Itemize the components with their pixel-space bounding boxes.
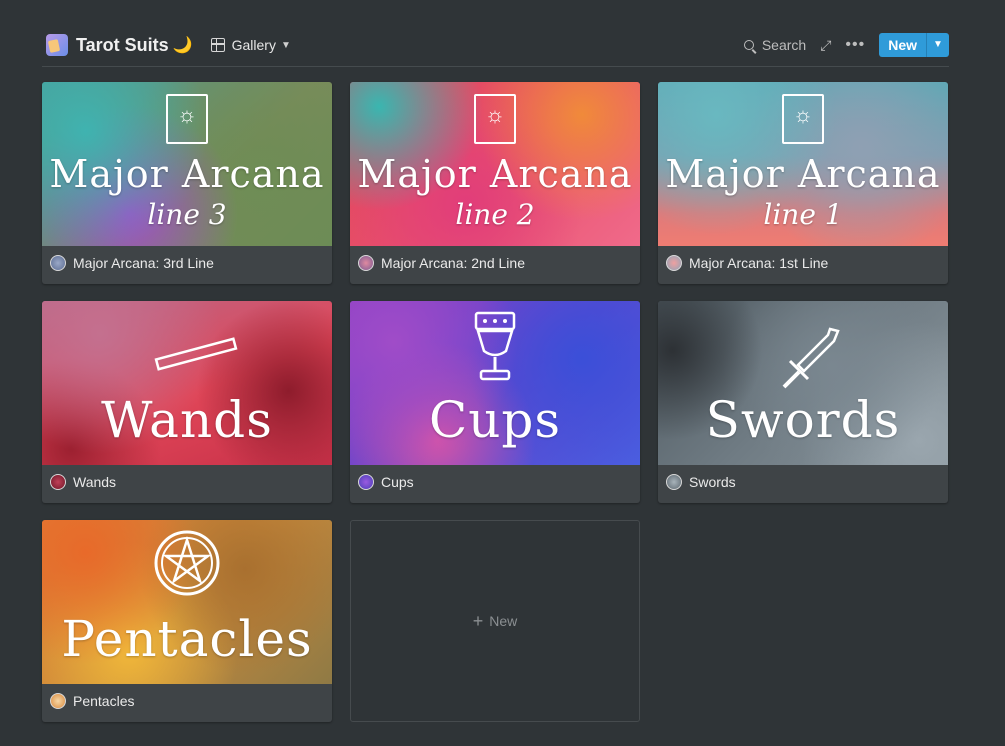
- arcana-page-icon: [666, 255, 682, 271]
- card-label: Major Arcana: 3rd Line: [50, 255, 214, 271]
- card-title: Wands: [73, 474, 117, 490]
- gallery-card-major-arcana-1[interactable]: Major Arcana line 1 Major Arcana: 1st Li…: [658, 82, 948, 284]
- card-label: Major Arcana: 2nd Line: [358, 255, 525, 271]
- moon-emoji-icon: 🌙: [172, 37, 193, 54]
- cover-subtitle: line 2: [455, 198, 535, 231]
- card-cover: Major Arcana line 1: [658, 82, 948, 246]
- chevron-down-icon: ▼: [280, 39, 291, 51]
- title-area: Tarot Suits 🌙 Gallery ▼: [46, 32, 291, 58]
- cover-title: Major Arcana: [357, 152, 633, 196]
- page-title[interactable]: Tarot Suits: [76, 35, 169, 56]
- search-button[interactable]: Search: [743, 37, 807, 53]
- cover-title: Major Arcana: [49, 152, 325, 196]
- card-title: Major Arcana: 3rd Line: [73, 255, 214, 271]
- card-cover: Major Arcana line 2: [350, 82, 640, 246]
- arcana-card-icon: [166, 94, 208, 144]
- card-label: Pentacles: [50, 693, 134, 709]
- expand-icon[interactable]: ⤢: [820, 37, 831, 54]
- cover-subtitle: line 3: [147, 198, 227, 231]
- card-cover: Wands: [42, 301, 332, 465]
- gallery-card-major-arcana-3[interactable]: Major Arcana line 3 Major Arcana: 3rd Li…: [42, 82, 332, 284]
- card-title: Pentacles: [73, 693, 135, 709]
- card-label: Swords: [666, 474, 736, 490]
- header-tools: Search ⤢ ••• New ▼: [743, 33, 949, 57]
- arcana-card-icon: [782, 94, 824, 144]
- arcana-page-icon: [50, 255, 66, 271]
- search-label: Search: [761, 37, 807, 53]
- gallery-grid-icon: [210, 38, 225, 52]
- view-switcher-label: Gallery: [231, 37, 276, 53]
- more-horizontal-icon[interactable]: •••: [845, 36, 865, 54]
- new-dropdown-chevron-icon[interactable]: ▼: [926, 33, 949, 57]
- cover-title: Pentacles: [61, 610, 313, 668]
- cover-title: Swords: [705, 391, 901, 449]
- sword-page-icon: [666, 474, 682, 490]
- new-button[interactable]: New: [879, 33, 926, 57]
- dagger-icon: [782, 327, 840, 389]
- card-label: Cups: [358, 474, 414, 490]
- plus-icon: +: [472, 610, 484, 631]
- gallery-card-swords[interactable]: Swords Swords: [658, 301, 948, 503]
- new-card-label: New: [489, 613, 518, 629]
- gallery-card-pentacles[interactable]: Pentacles Pentacles: [42, 520, 332, 722]
- tarot-cards-icon[interactable]: [46, 34, 68, 56]
- database-header: Tarot Suits 🌙 Gallery ▼ Search ⤢ ••• New…: [42, 28, 949, 67]
- pentacle-page-icon: [50, 693, 66, 709]
- card-cover: Major Arcana line 3: [42, 82, 332, 246]
- chalice-icon: [474, 311, 516, 381]
- card-label: Wands: [50, 474, 116, 490]
- new-button-group: New ▼: [879, 33, 949, 57]
- card-title: Swords: [689, 474, 736, 490]
- arcana-card-icon: [474, 94, 516, 144]
- wand-icon: [154, 337, 238, 371]
- gallery-card-major-arcana-2[interactable]: Major Arcana line 2 Major Arcana: 2nd Li…: [350, 82, 640, 284]
- arcana-page-icon: [358, 255, 374, 271]
- cover-title: Major Arcana: [665, 152, 941, 196]
- cup-page-icon: [358, 474, 374, 490]
- card-title: Major Arcana: 1st Line: [689, 255, 829, 271]
- view-switcher[interactable]: Gallery ▼: [210, 37, 291, 53]
- gallery-card-wands[interactable]: Wands Wands: [42, 301, 332, 503]
- card-title: Cups: [381, 474, 414, 490]
- pentacle-icon: [154, 530, 220, 596]
- cover-title: Wands: [101, 391, 273, 449]
- search-icon: [743, 40, 754, 50]
- wand-page-icon: [50, 474, 66, 490]
- card-cover: Swords: [658, 301, 948, 465]
- card-title: Major Arcana: 2nd Line: [381, 255, 525, 271]
- cover-title: Cups: [428, 391, 562, 449]
- cover-subtitle: line 1: [763, 198, 843, 231]
- card-cover: Pentacles: [42, 520, 332, 684]
- card-label: Major Arcana: 1st Line: [666, 255, 828, 271]
- gallery-card-cups[interactable]: Cups Cups: [350, 301, 640, 503]
- new-card-button[interactable]: + New: [350, 520, 640, 722]
- card-cover: Cups: [350, 301, 640, 465]
